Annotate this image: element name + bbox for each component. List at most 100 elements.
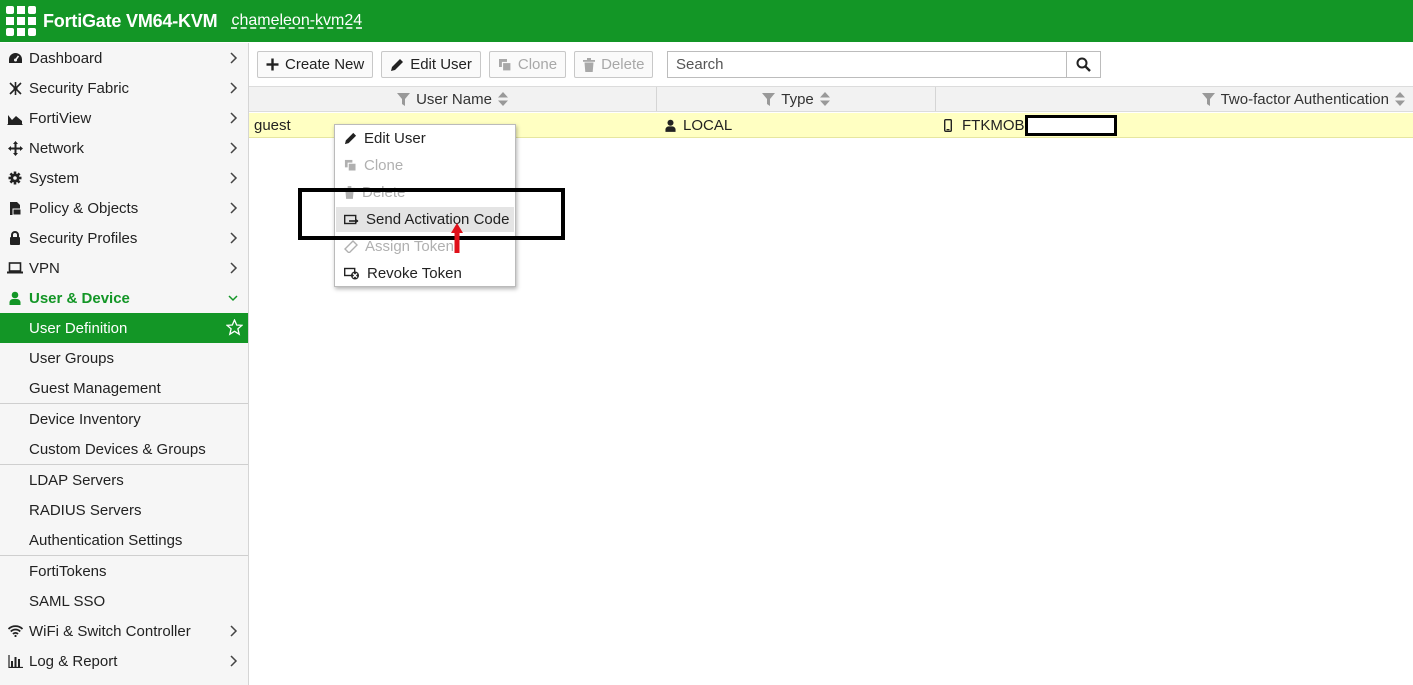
- column-label: Type: [781, 90, 814, 108]
- policy-icon: [7, 200, 23, 216]
- sidebar: Dashboard Security Fabric FortiView Netw…: [0, 43, 249, 685]
- fortinet-logo-icon: [6, 6, 36, 36]
- create-new-button[interactable]: Create New: [257, 51, 374, 78]
- sidebar-item-label: System: [29, 169, 80, 187]
- sidebar-item-fortiview[interactable]: FortiView: [0, 103, 248, 133]
- sidebar-item-label: Log & Report: [29, 652, 118, 670]
- chevron-right-icon: [230, 172, 238, 184]
- column-label: User Name: [416, 90, 492, 108]
- sidebar-item-vpn[interactable]: VPN: [0, 253, 248, 283]
- column-header-two-factor-authentication[interactable]: Two-factor Authentication: [936, 87, 1413, 111]
- network-icon: [7, 140, 23, 156]
- mobile-phone-icon: [944, 119, 952, 132]
- chevron-right-icon: [230, 202, 238, 214]
- column-label: Two-factor Authentication: [1220, 90, 1389, 108]
- menu-item-revoke-token[interactable]: Revoke Token: [336, 261, 514, 286]
- sidebar-item-saml-sso[interactable]: SAML SSO: [0, 586, 248, 616]
- menu-item-clone[interactable]: Clone: [336, 153, 514, 178]
- menu-item-edit-user[interactable]: Edit User: [336, 126, 514, 151]
- sidebar-item-label: FortiTokens: [29, 562, 107, 580]
- sort-icon[interactable]: [1395, 92, 1405, 106]
- sidebar-item-security-profiles[interactable]: Security Profiles: [0, 223, 248, 253]
- sidebar-item-dashboard[interactable]: Dashboard: [0, 43, 248, 73]
- search-placeholder: Search: [676, 56, 724, 73]
- sidebar-item-guest-management[interactable]: Guest Management: [0, 373, 248, 403]
- sidebar-item-label: Security Fabric: [29, 79, 130, 97]
- sidebar-item-user-groups[interactable]: User Groups: [0, 343, 248, 373]
- sidebar-item-label: SAML SSO: [29, 592, 106, 610]
- type-value: LOCAL: [683, 117, 733, 134]
- sidebar-item-system[interactable]: System: [0, 163, 248, 193]
- fortiview-icon: [7, 110, 23, 126]
- sidebar-item-label: Network: [29, 139, 85, 157]
- chevron-right-icon: [230, 262, 238, 274]
- pencil-icon: [344, 132, 357, 145]
- sidebar-item-user-device[interactable]: User & Device: [0, 283, 248, 313]
- annotation-highlight-box: [298, 188, 565, 240]
- delete-button[interactable]: Delete: [574, 51, 654, 78]
- dashboard-icon: [7, 50, 23, 66]
- sidebar-item-fortitokens[interactable]: FortiTokens: [0, 556, 248, 586]
- hostname-link[interactable]: chameleon-kvm24: [231, 12, 362, 30]
- cell-user-name: guest: [254, 117, 291, 134]
- trash-icon: [583, 57, 596, 72]
- sidebar-item-label: WiFi & Switch Controller: [29, 622, 191, 640]
- revoke-token-icon: [344, 267, 359, 280]
- user-icon: [7, 290, 23, 306]
- laptop-icon: [7, 260, 23, 276]
- sidebar-item-label: Authentication Settings: [29, 531, 183, 549]
- sidebar-item-label: Device Inventory: [29, 410, 141, 428]
- sidebar-item-wifi-switch-controller[interactable]: WiFi & Switch Controller: [0, 616, 248, 646]
- sidebar-item-custom-devices-groups[interactable]: Custom Devices & Groups: [0, 434, 248, 464]
- sidebar-item-label: User & Device: [29, 289, 130, 307]
- chevron-down-icon: [228, 295, 238, 302]
- chevron-right-icon: [230, 82, 238, 94]
- column-header-user-name[interactable]: User Name: [249, 87, 656, 111]
- filter-icon[interactable]: [762, 92, 776, 106]
- cell-two-factor: FTKMOB: [944, 113, 1025, 138]
- clone-icon: [344, 159, 357, 172]
- sidebar-item-label: Security Profiles: [29, 229, 138, 247]
- sidebar-item-log-report[interactable]: Log & Report: [0, 646, 248, 676]
- column-header-type[interactable]: Type: [657, 87, 935, 111]
- chevron-right-icon: [230, 625, 238, 637]
- sidebar-item-network[interactable]: Network: [0, 133, 248, 163]
- sidebar-item-security-fabric[interactable]: Security Fabric: [0, 73, 248, 103]
- sidebar-item-label: Dashboard: [29, 49, 103, 67]
- sidebar-item-label: User Definition: [29, 319, 128, 337]
- redaction-box: [1025, 115, 1117, 136]
- top-header: FortiGate VM64-KVM chameleon-kvm24: [0, 0, 1413, 42]
- menu-item-label: Revoke Token: [367, 265, 462, 282]
- sidebar-item-label: VPN: [29, 259, 60, 277]
- security-fabric-icon: [7, 80, 23, 96]
- filter-icon[interactable]: [1201, 92, 1215, 106]
- search-button[interactable]: [1066, 51, 1101, 78]
- sidebar-item-ldap-servers[interactable]: LDAP Servers: [0, 465, 248, 495]
- sidebar-item-authentication-settings[interactable]: Authentication Settings: [0, 525, 248, 555]
- sidebar-item-device-inventory[interactable]: Device Inventory: [0, 404, 248, 434]
- search-icon: [1076, 57, 1091, 72]
- sidebar-item-user-definition[interactable]: User Definition: [0, 313, 248, 343]
- sidebar-item-policy-objects[interactable]: Policy & Objects: [0, 193, 248, 223]
- product-title: FortiGate VM64-KVM: [43, 10, 218, 31]
- edit-user-label: Edit User: [410, 56, 472, 73]
- sidebar-item-radius-servers[interactable]: RADIUS Servers: [0, 495, 248, 525]
- star-favorite-icon[interactable]: [226, 319, 243, 336]
- red-arrow-annotation-icon: [451, 223, 463, 253]
- chevron-right-icon: [230, 142, 238, 154]
- sidebar-item-label: Policy & Objects: [29, 199, 139, 217]
- filter-icon[interactable]: [397, 92, 411, 106]
- chart-icon: [7, 653, 23, 669]
- search-input[interactable]: Search: [667, 51, 1067, 78]
- sort-icon[interactable]: [819, 92, 830, 106]
- two-factor-value: FTKMOB: [962, 117, 1025, 134]
- create-new-label: Create New: [285, 56, 365, 73]
- sort-icon[interactable]: [497, 92, 508, 106]
- plus-icon: [266, 58, 279, 71]
- edit-user-button[interactable]: Edit User: [381, 51, 481, 78]
- clone-icon: [498, 58, 512, 72]
- clone-button[interactable]: Clone: [488, 51, 567, 78]
- sidebar-item-label: Guest Management: [29, 379, 161, 397]
- table-header: User Name Type Two-factor Authentication: [249, 86, 1413, 112]
- menu-item-label: Clone: [364, 157, 404, 174]
